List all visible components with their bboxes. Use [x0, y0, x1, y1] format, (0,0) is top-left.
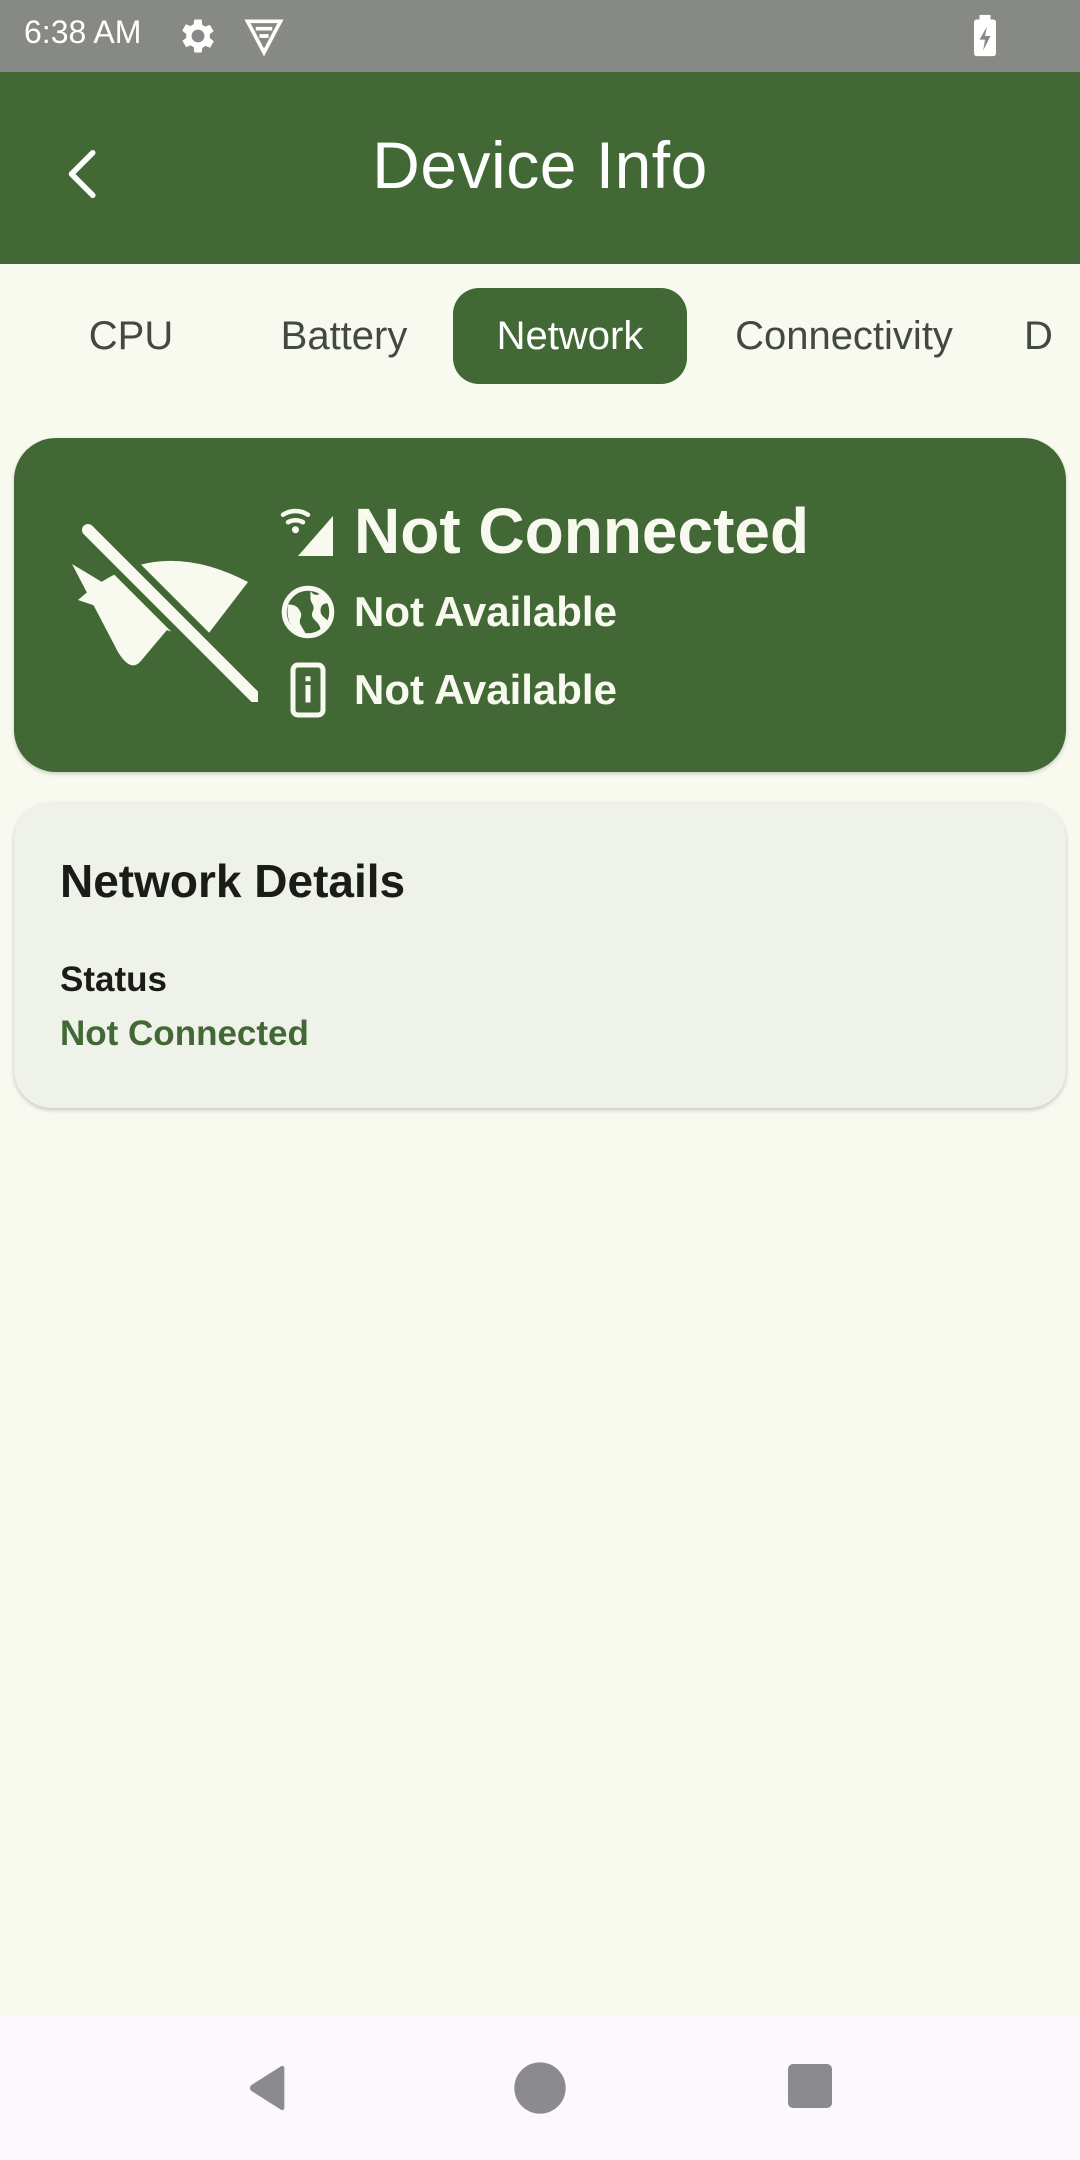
network-summary-card: Not Connected Not Available Not Availabl… — [14, 438, 1066, 772]
tab-connectivity[interactable]: Connectivity — [716, 288, 972, 384]
connection-status-row: Not Connected — [276, 494, 809, 568]
phone-info-icon — [290, 662, 326, 718]
network-details-card: Network Details Status Not Connected — [14, 802, 1066, 1108]
globe-icon — [281, 585, 335, 639]
tab-network[interactable]: Network — [453, 288, 687, 384]
gear-icon — [182, 19, 214, 53]
wifi-off-icon — [72, 522, 258, 702]
tab-partial[interactable]: D — [1024, 288, 1080, 384]
tab-battery[interactable]: Battery — [256, 288, 432, 384]
signal-wifi-icon — [280, 508, 333, 556]
connection-status: Not Connected — [354, 495, 810, 567]
status-bar: 6:38 AM — [0, 0, 1080, 72]
status-time: 6:38 AM — [24, 14, 142, 50]
page-title: Device Info — [372, 128, 708, 202]
nav-back-icon[interactable] — [240, 2060, 296, 2116]
ip-row: Not Available — [276, 580, 617, 644]
nav-home-icon[interactable] — [512, 2060, 568, 2116]
system-nav-bar — [0, 2016, 1080, 2160]
tab-bar: CPU Battery Network Connectivity D — [0, 288, 1080, 384]
status-value: Not Connected — [60, 1014, 309, 1053]
tab-cpu[interactable]: CPU — [54, 288, 208, 384]
app-bar: Device Info — [0, 72, 1080, 264]
details-title: Network Details — [60, 855, 406, 907]
device-value: Not Available — [354, 666, 617, 713]
device-row: Not Available — [276, 658, 617, 722]
nav-recents-icon[interactable] — [786, 2062, 834, 2110]
vpn-icon — [244, 19, 284, 57]
battery-charging-icon — [974, 14, 996, 57]
ip-address-value: Not Available — [354, 588, 617, 635]
status-label: Status — [60, 960, 167, 999]
